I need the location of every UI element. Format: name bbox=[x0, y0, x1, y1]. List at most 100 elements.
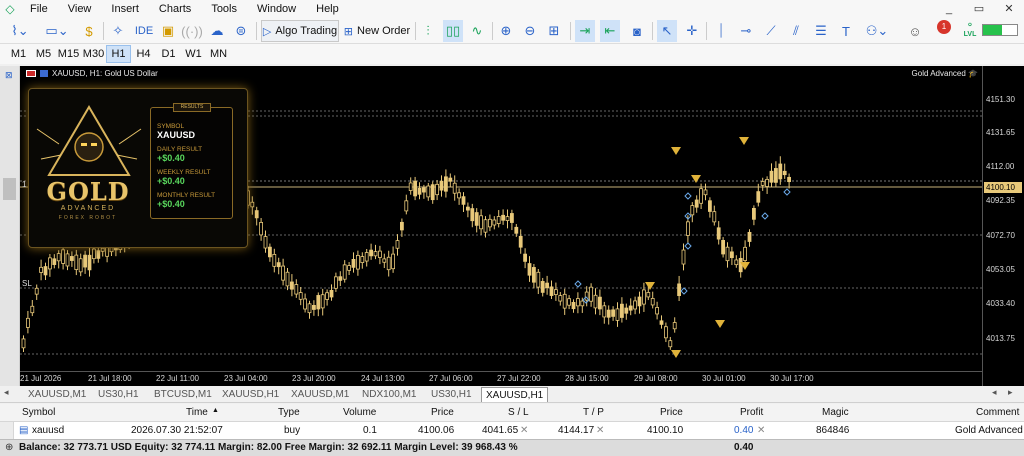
close-button[interactable]: ✕ bbox=[994, 0, 1024, 18]
candle-body bbox=[413, 180, 418, 197]
col-time[interactable]: Time bbox=[186, 407, 208, 418]
level-progress-fill bbox=[983, 25, 1002, 35]
ea-hat-icon: 🎓 bbox=[968, 69, 978, 78]
collapse-icon[interactable]: ⊠ bbox=[5, 70, 13, 81]
menu-window[interactable]: Window bbox=[247, 0, 306, 18]
text-icon[interactable]: T bbox=[837, 20, 855, 42]
chart-tab[interactable]: XAUUSD,M1 bbox=[287, 387, 353, 402]
timeframe-m30[interactable]: M30 bbox=[81, 45, 106, 63]
timeframe-w1[interactable]: W1 bbox=[181, 45, 206, 63]
ea-indicator[interactable]: Gold Advanced 🎓 bbox=[912, 69, 978, 78]
channel-icon[interactable]: ⫽ bbox=[787, 20, 805, 42]
close-position-icon[interactable]: ✕ bbox=[757, 425, 765, 436]
menu-tools[interactable]: Tools bbox=[201, 0, 247, 18]
candle-body bbox=[650, 298, 655, 306]
timeframe-h1[interactable]: H1 bbox=[106, 45, 131, 63]
zoom-in-icon[interactable]: ⊕ bbox=[497, 20, 515, 42]
cloud-icon[interactable]: ☁ bbox=[208, 20, 226, 42]
zoom-out-icon[interactable]: ⊖ bbox=[521, 20, 539, 42]
col-volume[interactable]: Volume bbox=[343, 407, 376, 418]
tp-remove-icon[interactable]: ✕ bbox=[596, 425, 604, 436]
left-scroll-handle[interactable] bbox=[3, 178, 16, 200]
autoscroll-icon[interactable]: ⇥ bbox=[575, 20, 595, 42]
candle-body bbox=[355, 254, 360, 270]
candle-body bbox=[703, 189, 708, 196]
col-price[interactable]: Price bbox=[431, 407, 454, 418]
new-order-button[interactable]: ⊞ New Order bbox=[343, 20, 411, 42]
chart-tab[interactable]: US30,H1 bbox=[427, 387, 476, 402]
monthly-label: MONTHLY RESULT bbox=[157, 192, 216, 199]
line-chart-icon[interactable]: ∿ bbox=[468, 20, 486, 42]
play-icon: ▷ bbox=[262, 25, 272, 38]
chart-type-icon[interactable]: ⌇⌄ bbox=[8, 20, 32, 42]
menu-file[interactable]: File bbox=[20, 0, 58, 18]
trade-marker-icon bbox=[680, 287, 688, 295]
menu-charts[interactable]: Charts bbox=[149, 0, 201, 18]
crosshair-icon[interactable]: ✛ bbox=[683, 20, 701, 42]
restore-button[interactable]: ▭ bbox=[964, 0, 994, 18]
bar-chart-icon[interactable]: ⫶ bbox=[419, 20, 437, 42]
grid-icon[interactable]: ⊞ bbox=[545, 20, 563, 42]
candle-body bbox=[672, 322, 677, 330]
chart-tab[interactable]: NDX100,M1 bbox=[358, 387, 420, 402]
chart-tab[interactable]: XAUUSD,M1 bbox=[24, 387, 90, 402]
signals-icon[interactable]: ✧ bbox=[108, 20, 128, 42]
menu-help[interactable]: Help bbox=[306, 0, 349, 18]
col-type[interactable]: Type bbox=[278, 407, 300, 418]
timeframe-m5[interactable]: M5 bbox=[31, 45, 56, 63]
screenshot-icon[interactable]: ◙ bbox=[628, 20, 646, 42]
lock-icon[interactable]: ▣ bbox=[160, 20, 176, 42]
col-comment[interactable]: Comment bbox=[976, 407, 1019, 418]
menu-view[interactable]: View bbox=[58, 0, 102, 18]
vps-icon[interactable]: ⊜ bbox=[232, 20, 250, 42]
candlestick-icon[interactable]: ▯▯ bbox=[443, 20, 463, 42]
ide-button[interactable]: IDE bbox=[132, 20, 156, 42]
fibonacci-icon[interactable]: ☰ bbox=[812, 20, 830, 42]
col-symbol[interactable]: Symbol bbox=[22, 407, 55, 418]
chart-tab-active[interactable]: XAUUSD,H1 bbox=[481, 387, 549, 402]
time-label: 28 Jul 15:00 bbox=[565, 374, 609, 383]
horizontal-line-icon[interactable]: ⊸ bbox=[737, 20, 755, 42]
candle-body bbox=[285, 271, 290, 287]
candle-body bbox=[532, 267, 536, 283]
expand-icon[interactable]: ⊕ bbox=[5, 442, 13, 453]
col-tp[interactable]: T / P bbox=[583, 407, 604, 418]
chart-shift-icon[interactable]: ⇤ bbox=[600, 20, 620, 42]
col-profit[interactable]: Profit bbox=[740, 407, 763, 418]
cell-sl[interactable]: 4041.65 bbox=[482, 425, 518, 436]
cursor-icon[interactable]: ↖ bbox=[657, 20, 677, 42]
tab-scroll-right-icon[interactable]: ▸ bbox=[1008, 387, 1013, 398]
price-chart[interactable]: XAUUSD, H1: Gold US Dollar Gold Advanced… bbox=[20, 66, 982, 386]
menu-insert[interactable]: Insert bbox=[101, 0, 149, 18]
col-sl[interactable]: S / L bbox=[508, 407, 529, 418]
timeframe-m1[interactable]: M1 bbox=[6, 45, 31, 63]
chart-title: XAUUSD, H1: Gold US Dollar bbox=[26, 69, 158, 78]
tab-scroll-left-icon-2[interactable]: ◂ bbox=[992, 387, 997, 398]
col-magic[interactable]: Magic bbox=[822, 407, 849, 418]
alert-badge[interactable]: 1 bbox=[937, 20, 951, 34]
time-label: 22 Jul 11:00 bbox=[156, 374, 199, 383]
market-icon[interactable]: $ bbox=[80, 20, 98, 42]
sl-remove-icon[interactable]: ✕ bbox=[520, 425, 528, 436]
chart-tab[interactable]: BTCUSD,M1 bbox=[150, 387, 216, 402]
cell-tp[interactable]: 4144.17 bbox=[558, 425, 594, 436]
chart-tab[interactable]: XAUUSD,H1 bbox=[218, 387, 283, 402]
timeframe-mn[interactable]: MN bbox=[206, 45, 231, 63]
timeframe-m15[interactable]: M15 bbox=[56, 45, 81, 63]
timeframe-h4[interactable]: H4 bbox=[131, 45, 156, 63]
minimize-button[interactable]: _ bbox=[934, 0, 964, 18]
weekly-value: +$0.40 bbox=[157, 176, 185, 186]
templates-icon[interactable]: ▭⌄ bbox=[42, 20, 72, 42]
tab-scroll-left-icon[interactable]: ◂ bbox=[4, 387, 9, 398]
algo-trading-button[interactable]: ▷ Algo Trading bbox=[261, 20, 339, 42]
broadcast-icon[interactable]: ((·)) bbox=[181, 20, 203, 42]
col-current-price[interactable]: Price bbox=[660, 407, 683, 418]
candle-body bbox=[598, 296, 602, 310]
cell-price: 4100.06 bbox=[418, 425, 455, 436]
trend-line-icon[interactable]: ⟋ bbox=[762, 20, 780, 42]
timeframe-d1[interactable]: D1 bbox=[156, 45, 181, 63]
shapes-icon[interactable]: ⚇⌄ bbox=[860, 20, 894, 42]
account-icon[interactable]: ☺ bbox=[906, 20, 924, 42]
chart-tab[interactable]: US30,H1 bbox=[94, 387, 143, 402]
vertical-line-icon[interactable]: ⏐ bbox=[712, 20, 730, 42]
